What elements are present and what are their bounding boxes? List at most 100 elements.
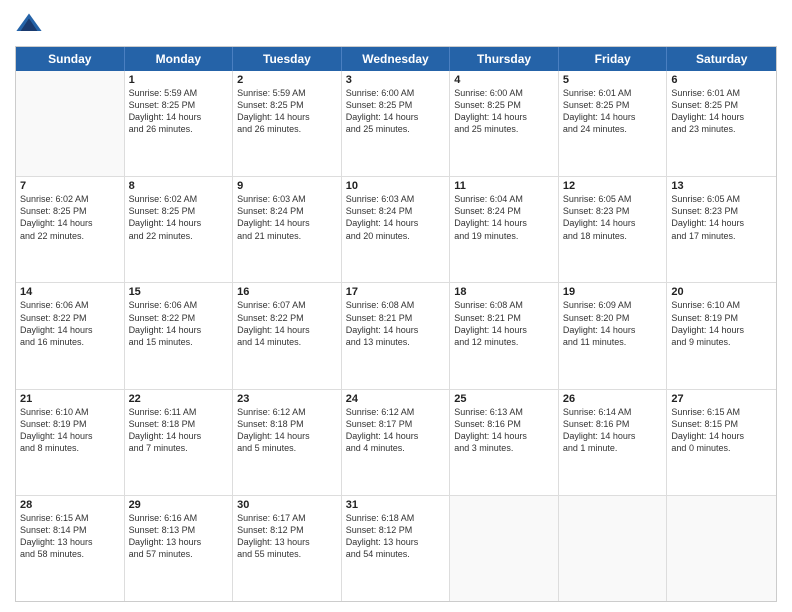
day-number: 20	[671, 286, 772, 298]
day-number: 28	[20, 499, 120, 511]
calendar-cell: 9Sunrise: 6:03 AM Sunset: 8:24 PM Daylig…	[233, 177, 342, 282]
day-info: Sunrise: 6:10 AM Sunset: 8:19 PM Dayligh…	[671, 299, 772, 348]
calendar: SundayMondayTuesdayWednesdayThursdayFrid…	[15, 46, 777, 602]
header-day-sunday: Sunday	[16, 47, 125, 71]
day-number: 16	[237, 286, 337, 298]
header-day-wednesday: Wednesday	[342, 47, 451, 71]
day-info: Sunrise: 6:06 AM Sunset: 8:22 PM Dayligh…	[20, 299, 120, 348]
day-info: Sunrise: 6:00 AM Sunset: 8:25 PM Dayligh…	[346, 87, 446, 136]
day-info: Sunrise: 6:18 AM Sunset: 8:12 PM Dayligh…	[346, 512, 446, 561]
header-day-tuesday: Tuesday	[233, 47, 342, 71]
day-info: Sunrise: 6:04 AM Sunset: 8:24 PM Dayligh…	[454, 193, 554, 242]
calendar-cell: 19Sunrise: 6:09 AM Sunset: 8:20 PM Dayli…	[559, 283, 668, 388]
calendar-cell: 16Sunrise: 6:07 AM Sunset: 8:22 PM Dayli…	[233, 283, 342, 388]
day-info: Sunrise: 6:01 AM Sunset: 8:25 PM Dayligh…	[563, 87, 663, 136]
calendar-row-1: 7Sunrise: 6:02 AM Sunset: 8:25 PM Daylig…	[16, 177, 776, 283]
day-number: 22	[129, 393, 229, 405]
calendar-cell: 2Sunrise: 5:59 AM Sunset: 8:25 PM Daylig…	[233, 71, 342, 176]
day-info: Sunrise: 6:05 AM Sunset: 8:23 PM Dayligh…	[563, 193, 663, 242]
header-day-monday: Monday	[125, 47, 234, 71]
day-number: 17	[346, 286, 446, 298]
calendar-cell: 23Sunrise: 6:12 AM Sunset: 8:18 PM Dayli…	[233, 390, 342, 495]
page-header	[15, 10, 777, 38]
calendar-cell: 7Sunrise: 6:02 AM Sunset: 8:25 PM Daylig…	[16, 177, 125, 282]
day-number: 26	[563, 393, 663, 405]
day-info: Sunrise: 6:03 AM Sunset: 8:24 PM Dayligh…	[237, 193, 337, 242]
calendar-header: SundayMondayTuesdayWednesdayThursdayFrid…	[16, 47, 776, 71]
day-number: 21	[20, 393, 120, 405]
calendar-cell: 21Sunrise: 6:10 AM Sunset: 8:19 PM Dayli…	[16, 390, 125, 495]
day-info: Sunrise: 6:03 AM Sunset: 8:24 PM Dayligh…	[346, 193, 446, 242]
day-info: Sunrise: 6:13 AM Sunset: 8:16 PM Dayligh…	[454, 406, 554, 455]
calendar-cell: 18Sunrise: 6:08 AM Sunset: 8:21 PM Dayli…	[450, 283, 559, 388]
calendar-cell	[16, 71, 125, 176]
day-number: 6	[671, 74, 772, 86]
day-info: Sunrise: 6:16 AM Sunset: 8:13 PM Dayligh…	[129, 512, 229, 561]
header-day-friday: Friday	[559, 47, 668, 71]
day-number: 7	[20, 180, 120, 192]
calendar-cell: 25Sunrise: 6:13 AM Sunset: 8:16 PM Dayli…	[450, 390, 559, 495]
header-day-thursday: Thursday	[450, 47, 559, 71]
day-info: Sunrise: 6:12 AM Sunset: 8:17 PM Dayligh…	[346, 406, 446, 455]
calendar-cell: 30Sunrise: 6:17 AM Sunset: 8:12 PM Dayli…	[233, 496, 342, 601]
calendar-row-3: 21Sunrise: 6:10 AM Sunset: 8:19 PM Dayli…	[16, 390, 776, 496]
logo	[15, 10, 47, 38]
day-info: Sunrise: 5:59 AM Sunset: 8:25 PM Dayligh…	[237, 87, 337, 136]
day-info: Sunrise: 6:08 AM Sunset: 8:21 PM Dayligh…	[346, 299, 446, 348]
day-info: Sunrise: 6:06 AM Sunset: 8:22 PM Dayligh…	[129, 299, 229, 348]
day-number: 27	[671, 393, 772, 405]
day-info: Sunrise: 6:15 AM Sunset: 8:15 PM Dayligh…	[671, 406, 772, 455]
day-info: Sunrise: 6:17 AM Sunset: 8:12 PM Dayligh…	[237, 512, 337, 561]
day-number: 19	[563, 286, 663, 298]
day-number: 1	[129, 74, 229, 86]
day-info: Sunrise: 6:02 AM Sunset: 8:25 PM Dayligh…	[20, 193, 120, 242]
calendar-cell	[667, 496, 776, 601]
day-number: 25	[454, 393, 554, 405]
day-number: 15	[129, 286, 229, 298]
calendar-cell: 26Sunrise: 6:14 AM Sunset: 8:16 PM Dayli…	[559, 390, 668, 495]
day-number: 2	[237, 74, 337, 86]
day-info: Sunrise: 6:09 AM Sunset: 8:20 PM Dayligh…	[563, 299, 663, 348]
calendar-cell: 24Sunrise: 6:12 AM Sunset: 8:17 PM Dayli…	[342, 390, 451, 495]
day-info: Sunrise: 6:01 AM Sunset: 8:25 PM Dayligh…	[671, 87, 772, 136]
calendar-cell: 29Sunrise: 6:16 AM Sunset: 8:13 PM Dayli…	[125, 496, 234, 601]
day-number: 5	[563, 74, 663, 86]
day-number: 8	[129, 180, 229, 192]
calendar-body: 1Sunrise: 5:59 AM Sunset: 8:25 PM Daylig…	[16, 71, 776, 601]
day-number: 24	[346, 393, 446, 405]
day-info: Sunrise: 6:05 AM Sunset: 8:23 PM Dayligh…	[671, 193, 772, 242]
logo-icon	[15, 10, 43, 38]
day-info: Sunrise: 6:12 AM Sunset: 8:18 PM Dayligh…	[237, 406, 337, 455]
day-number: 13	[671, 180, 772, 192]
calendar-cell: 8Sunrise: 6:02 AM Sunset: 8:25 PM Daylig…	[125, 177, 234, 282]
calendar-cell: 14Sunrise: 6:06 AM Sunset: 8:22 PM Dayli…	[16, 283, 125, 388]
day-info: Sunrise: 6:02 AM Sunset: 8:25 PM Dayligh…	[129, 193, 229, 242]
day-number: 14	[20, 286, 120, 298]
calendar-cell: 3Sunrise: 6:00 AM Sunset: 8:25 PM Daylig…	[342, 71, 451, 176]
calendar-cell: 12Sunrise: 6:05 AM Sunset: 8:23 PM Dayli…	[559, 177, 668, 282]
calendar-cell	[559, 496, 668, 601]
day-info: Sunrise: 6:11 AM Sunset: 8:18 PM Dayligh…	[129, 406, 229, 455]
calendar-cell: 13Sunrise: 6:05 AM Sunset: 8:23 PM Dayli…	[667, 177, 776, 282]
calendar-cell: 5Sunrise: 6:01 AM Sunset: 8:25 PM Daylig…	[559, 71, 668, 176]
day-info: Sunrise: 5:59 AM Sunset: 8:25 PM Dayligh…	[129, 87, 229, 136]
day-info: Sunrise: 6:00 AM Sunset: 8:25 PM Dayligh…	[454, 87, 554, 136]
calendar-cell: 15Sunrise: 6:06 AM Sunset: 8:22 PM Dayli…	[125, 283, 234, 388]
day-number: 4	[454, 74, 554, 86]
day-info: Sunrise: 6:07 AM Sunset: 8:22 PM Dayligh…	[237, 299, 337, 348]
day-number: 29	[129, 499, 229, 511]
calendar-cell: 31Sunrise: 6:18 AM Sunset: 8:12 PM Dayli…	[342, 496, 451, 601]
calendar-row-0: 1Sunrise: 5:59 AM Sunset: 8:25 PM Daylig…	[16, 71, 776, 177]
calendar-cell: 22Sunrise: 6:11 AM Sunset: 8:18 PM Dayli…	[125, 390, 234, 495]
day-number: 30	[237, 499, 337, 511]
calendar-row-4: 28Sunrise: 6:15 AM Sunset: 8:14 PM Dayli…	[16, 496, 776, 601]
day-number: 3	[346, 74, 446, 86]
calendar-cell: 11Sunrise: 6:04 AM Sunset: 8:24 PM Dayli…	[450, 177, 559, 282]
day-number: 18	[454, 286, 554, 298]
day-number: 9	[237, 180, 337, 192]
header-day-saturday: Saturday	[667, 47, 776, 71]
day-number: 23	[237, 393, 337, 405]
calendar-cell: 20Sunrise: 6:10 AM Sunset: 8:19 PM Dayli…	[667, 283, 776, 388]
day-number: 10	[346, 180, 446, 192]
calendar-cell: 10Sunrise: 6:03 AM Sunset: 8:24 PM Dayli…	[342, 177, 451, 282]
